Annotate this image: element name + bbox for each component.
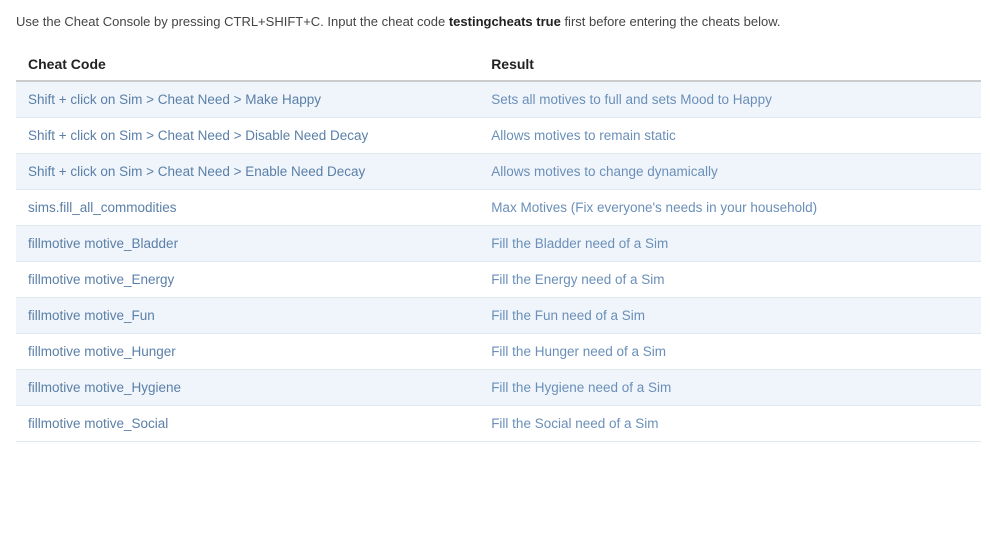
table-row: Shift + click on Sim > Cheat Need > Disa… <box>16 117 981 153</box>
code-cell: fillmotive motive_Bladder <box>16 225 479 261</box>
code-cell: fillmotive motive_Hunger <box>16 333 479 369</box>
intro-bold: testingcheats true <box>449 14 561 29</box>
code-cell: fillmotive motive_Social <box>16 405 479 441</box>
result-cell: Max Motives (Fix everyone's needs in you… <box>479 189 981 225</box>
table-row: fillmotive motive_FunFill the Fun need o… <box>16 297 981 333</box>
code-cell: fillmotive motive_Fun <box>16 297 479 333</box>
result-cell: Fill the Bladder need of a Sim <box>479 225 981 261</box>
result-cell: Allows motives to change dynamically <box>479 153 981 189</box>
code-cell: sims.fill_all_commodities <box>16 189 479 225</box>
table-row: Shift + click on Sim > Cheat Need > Enab… <box>16 153 981 189</box>
result-cell: Fill the Social need of a Sim <box>479 405 981 441</box>
intro-text-before: Use the Cheat Console by pressing CTRL+S… <box>16 14 449 29</box>
table-row: sims.fill_all_commoditiesMax Motives (Fi… <box>16 189 981 225</box>
code-cell: Shift + click on Sim > Cheat Need > Make… <box>16 81 479 118</box>
table-row: fillmotive motive_HungerFill the Hunger … <box>16 333 981 369</box>
table-row: fillmotive motive_HygieneFill the Hygien… <box>16 369 981 405</box>
table-body: Shift + click on Sim > Cheat Need > Make… <box>16 81 981 442</box>
table-row: fillmotive motive_EnergyFill the Energy … <box>16 261 981 297</box>
code-cell: fillmotive motive_Hygiene <box>16 369 479 405</box>
result-cell: Allows motives to remain static <box>479 117 981 153</box>
result-cell: Fill the Fun need of a Sim <box>479 297 981 333</box>
col-header-result: Result <box>479 48 981 81</box>
result-cell: Fill the Energy need of a Sim <box>479 261 981 297</box>
code-cell: Shift + click on Sim > Cheat Need > Disa… <box>16 117 479 153</box>
result-cell: Fill the Hunger need of a Sim <box>479 333 981 369</box>
header-row: Cheat Code Result <box>16 48 981 81</box>
result-cell: Sets all motives to full and sets Mood t… <box>479 81 981 118</box>
table-header: Cheat Code Result <box>16 48 981 81</box>
table-row: Shift + click on Sim > Cheat Need > Make… <box>16 81 981 118</box>
intro-paragraph: Use the Cheat Console by pressing CTRL+S… <box>16 12 981 32</box>
table-row: fillmotive motive_SocialFill the Social … <box>16 405 981 441</box>
col-header-code: Cheat Code <box>16 48 479 81</box>
table-row: fillmotive motive_BladderFill the Bladde… <box>16 225 981 261</box>
result-cell: Fill the Hygiene need of a Sim <box>479 369 981 405</box>
code-cell: fillmotive motive_Energy <box>16 261 479 297</box>
cheat-table: Cheat Code Result Shift + click on Sim >… <box>16 48 981 442</box>
code-cell: Shift + click on Sim > Cheat Need > Enab… <box>16 153 479 189</box>
intro-text-after: first before entering the cheats below. <box>561 14 781 29</box>
